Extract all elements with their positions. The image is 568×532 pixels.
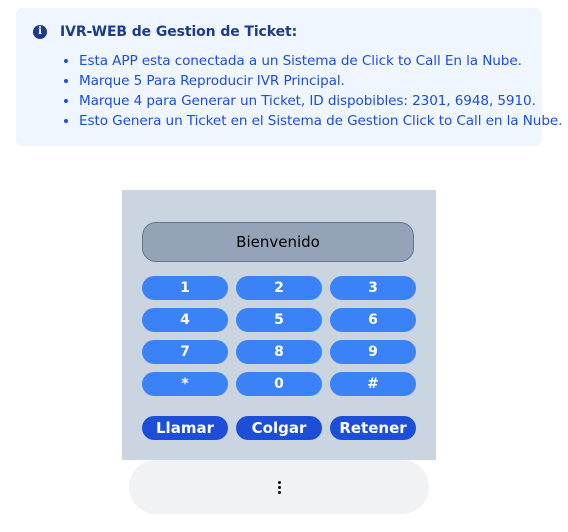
vertical-ellipsis-icon[interactable] <box>270 477 289 498</box>
hold-button[interactable]: Retener <box>330 416 416 440</box>
key-0[interactable]: 0 <box>236 372 322 396</box>
key-1[interactable]: 1 <box>142 276 228 300</box>
key-8[interactable]: 8 <box>236 340 322 364</box>
key-9[interactable]: 9 <box>330 340 416 364</box>
key-3[interactable]: 3 <box>330 276 416 300</box>
info-list-item: Esto Genera un Ticket en el Sistema de G… <box>79 111 562 131</box>
info-panel: i IVR-WEB de Gestion de Ticket: Esta APP… <box>16 8 562 146</box>
info-list: Esta APP esta conectada a un Sistema de … <box>62 51 562 131</box>
key-7[interactable]: 7 <box>142 340 228 364</box>
key-hash[interactable]: # <box>330 372 416 396</box>
key-5[interactable]: 5 <box>236 308 322 332</box>
dialer-display: Bienvenido <box>142 222 414 262</box>
phone-dialer: Bienvenido 1 2 3 4 5 6 7 8 9 * 0 # Llama… <box>122 190 436 460</box>
info-icon: i <box>33 25 47 39</box>
key-4[interactable]: 4 <box>142 308 228 332</box>
info-list-item: Marque 5 Para Reproducir IVR Principal. <box>79 71 562 91</box>
key-star[interactable]: * <box>142 372 228 396</box>
info-header: i IVR-WEB de Gestion de Ticket: <box>33 24 297 40</box>
info-list-item: Marque 4 para Generar un Ticket, ID disp… <box>79 91 562 111</box>
info-title: IVR-WEB de Gestion de Ticket: <box>60 24 298 40</box>
keypad: 1 2 3 4 5 6 7 8 9 * 0 # <box>142 276 416 396</box>
hangup-button[interactable]: Colgar <box>236 416 322 440</box>
call-button[interactable]: Llamar <box>142 416 228 440</box>
key-2[interactable]: 2 <box>236 276 322 300</box>
call-actions: Llamar Colgar Retener <box>142 416 416 440</box>
key-6[interactable]: 6 <box>330 308 416 332</box>
more-options-bar <box>129 460 429 514</box>
info-list-item: Esta APP esta conectada a un Sistema de … <box>79 51 562 71</box>
